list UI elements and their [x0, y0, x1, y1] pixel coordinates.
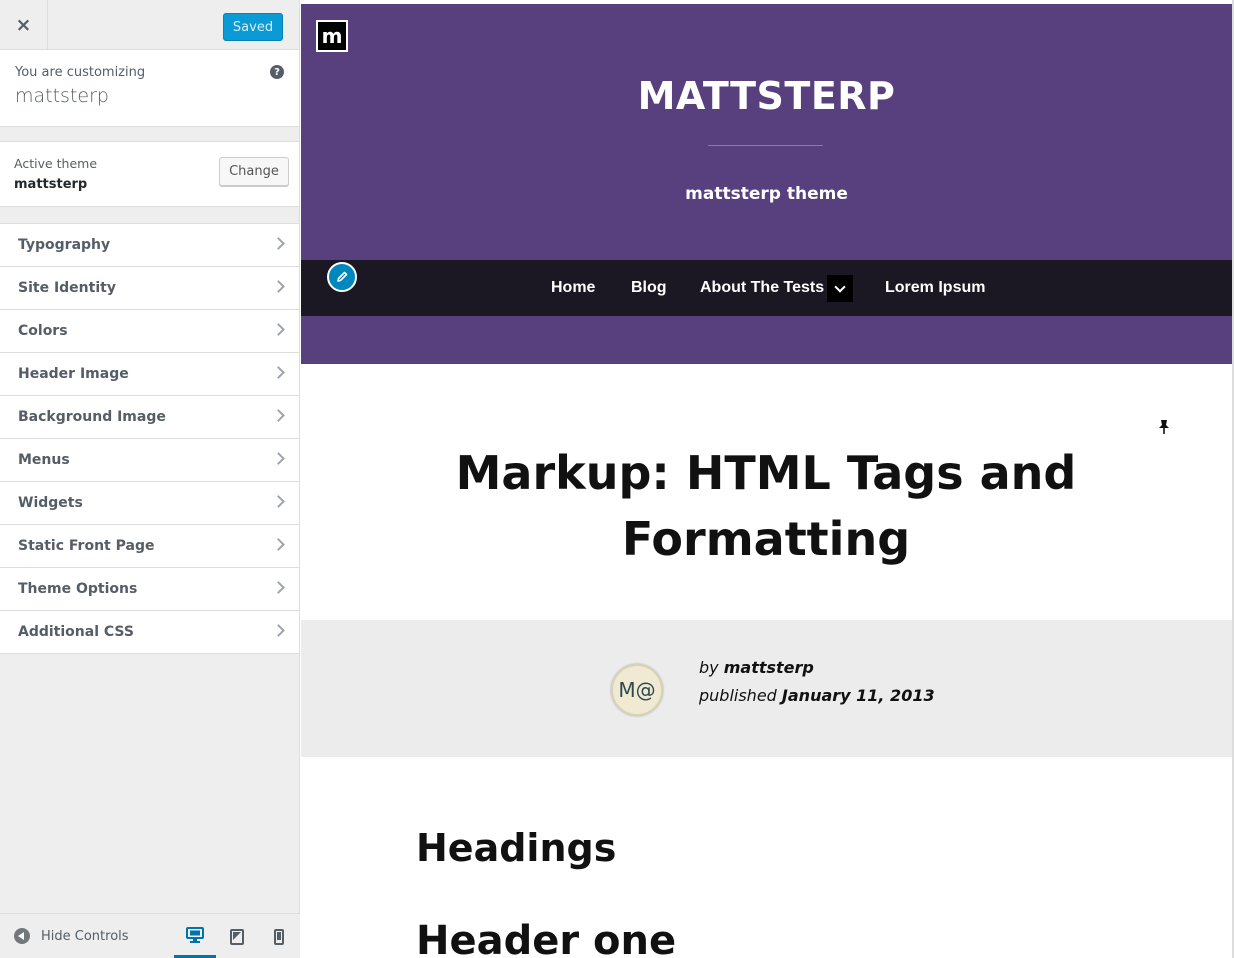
section-label: Theme Options: [18, 581, 138, 597]
chevron-right-icon: [272, 495, 285, 508]
chevron-right-icon: [272, 237, 285, 250]
post-author: by mattsterp: [699, 658, 814, 677]
section-theme-options[interactable]: Theme Options: [0, 568, 299, 611]
published-prefix: published: [699, 686, 777, 705]
section-static-front-page[interactable]: Static Front Page: [0, 525, 299, 568]
section-background-image[interactable]: Background Image: [0, 396, 299, 439]
change-theme-button[interactable]: Change: [219, 157, 289, 186]
author-link[interactable]: mattsterp: [724, 658, 814, 677]
site-tagline: mattsterp theme: [685, 184, 848, 204]
chevron-right-icon: [272, 366, 285, 379]
section-header-image[interactable]: Header Image: [0, 353, 299, 396]
nav-item-lorem-ipsum[interactable]: Lorem Ipsum: [885, 260, 985, 316]
customizing-label: You are customizing: [15, 65, 146, 80]
pin-icon: [1159, 420, 1169, 434]
post-date: published January 11, 2013: [699, 686, 935, 705]
section-widgets[interactable]: Widgets: [0, 482, 299, 525]
section-label: Additional CSS: [18, 624, 134, 640]
hide-controls-button[interactable]: Hide Controls: [14, 928, 129, 944]
section-label: Site Identity: [18, 280, 116, 296]
section-label: Background Image: [18, 409, 166, 425]
chevron-right-icon: [272, 409, 285, 422]
saved-button[interactable]: Saved: [223, 13, 283, 41]
nav-item-home[interactable]: Home: [551, 260, 595, 316]
chevron-right-icon: [272, 280, 285, 293]
section-label: Static Front Page: [18, 538, 155, 554]
author-avatar: M@: [611, 664, 663, 716]
chevron-right-icon: [272, 538, 285, 551]
customizer-sections: Typography Site Identity Colors Header I…: [0, 223, 299, 654]
nav-item-blog[interactable]: Blog: [631, 260, 667, 316]
nav-item-about[interactable]: About The Tests: [700, 260, 824, 316]
chevron-down-icon: [834, 280, 846, 293]
main-navigation: Home Blog About The Tests Lorem Ipsum: [301, 260, 1232, 316]
site-logo[interactable]: m: [316, 20, 348, 52]
content-subheading: Header one: [416, 918, 677, 958]
pencil-icon: [337, 271, 348, 282]
sidebar-footer: Hide Controls: [0, 913, 300, 958]
customizing-site-name: mattsterp: [15, 85, 109, 107]
section-label: Menus: [18, 452, 70, 468]
content-heading: Headings: [416, 826, 617, 870]
hide-controls-label: Hide Controls: [41, 928, 129, 944]
customizer-sidebar: × Saved You are customizing mattsterp ? …: [0, 0, 300, 958]
tablet-preview-button[interactable]: [216, 914, 258, 958]
section-site-identity[interactable]: Site Identity: [0, 267, 299, 310]
site-title[interactable]: MATTSTERP: [301, 74, 1232, 118]
chevron-right-icon: [272, 452, 285, 465]
sidebar-header: × Saved: [0, 0, 299, 50]
header-divider: [708, 145, 823, 146]
chevron-right-icon: [272, 581, 285, 594]
help-icon[interactable]: ?: [270, 65, 284, 79]
section-label: Typography: [18, 237, 111, 253]
edit-shortcut-button[interactable]: [327, 262, 357, 292]
section-label: Widgets: [18, 495, 83, 511]
post-meta: M@ by mattsterp published January 11, 20…: [301, 620, 1232, 757]
site-preview: m MATTSTERP mattsterp theme Home Blog Ab…: [301, 0, 1234, 958]
section-menus[interactable]: Menus: [0, 439, 299, 482]
date-link[interactable]: January 11, 2013: [782, 686, 935, 705]
mobile-preview-button[interactable]: [258, 914, 300, 958]
section-label: Header Image: [18, 366, 129, 382]
post-title[interactable]: Markup: HTML Tags and Formatting: [431, 440, 1101, 572]
collapse-arrow-icon: [14, 928, 30, 944]
chevron-right-icon: [272, 323, 285, 336]
close-icon[interactable]: ×: [0, 0, 48, 50]
desktop-preview-button[interactable]: [174, 914, 216, 958]
active-theme-panel: Active theme mattsterp Change: [0, 141, 299, 207]
submenu-toggle-button[interactable]: [827, 275, 853, 302]
desktop-icon: [186, 926, 204, 943]
by-prefix: by: [699, 658, 719, 677]
section-colors[interactable]: Colors: [0, 310, 299, 353]
section-typography[interactable]: Typography: [0, 224, 299, 267]
mobile-icon: [274, 928, 284, 945]
customizing-info: You are customizing mattsterp ?: [0, 50, 299, 127]
section-additional-css[interactable]: Additional CSS: [0, 611, 299, 654]
site-header: m MATTSTERP mattsterp theme Home Blog Ab…: [301, 4, 1232, 364]
section-label: Colors: [18, 323, 68, 339]
tablet-icon: [230, 928, 244, 945]
chevron-right-icon: [272, 624, 285, 637]
